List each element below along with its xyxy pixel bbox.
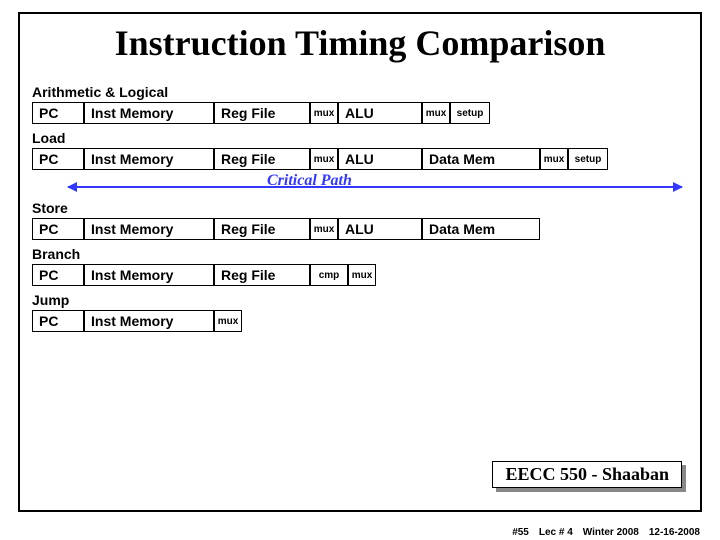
- critical-path-arrow: [68, 186, 682, 188]
- stage-data-mem: Data Mem: [422, 148, 540, 170]
- stage-setup: setup: [450, 102, 490, 124]
- stage-mux: mux: [348, 264, 376, 286]
- label-load: Load: [32, 130, 688, 146]
- stage-mux: mux: [310, 148, 338, 170]
- stage-inst-memory: Inst Memory: [84, 264, 214, 286]
- critical-path: Critical Path: [32, 172, 688, 194]
- stage-alu: ALU: [338, 148, 422, 170]
- stage-setup: setup: [568, 148, 608, 170]
- label-arith: Arithmetic & Logical: [32, 84, 688, 100]
- meta-term: Winter 2008: [583, 527, 639, 538]
- label-branch: Branch: [32, 246, 688, 262]
- slide-title: Instruction Timing Comparison: [20, 14, 700, 78]
- meta-date: 12-16-2008: [649, 527, 700, 538]
- stage-inst-memory: Inst Memory: [84, 102, 214, 124]
- row-store: PC Inst Memory Reg File mux ALU Data Mem: [32, 218, 688, 240]
- stage-mux: mux: [214, 310, 242, 332]
- row-branch: PC Inst Memory Reg File cmp mux: [32, 264, 688, 286]
- stage-inst-memory: Inst Memory: [84, 310, 214, 332]
- meta-slide: #55: [512, 527, 529, 538]
- stage-pc: PC: [32, 264, 84, 286]
- stage-reg-file: Reg File: [214, 102, 310, 124]
- stage-mux: mux: [422, 102, 450, 124]
- footer-credit: EECC 550 - Shaaban: [492, 461, 682, 488]
- stage-mux: mux: [310, 102, 338, 124]
- stage-cmp: cmp: [310, 264, 348, 286]
- meta-lecture: Lec # 4: [539, 527, 573, 538]
- stage-alu: ALU: [338, 102, 422, 124]
- slide-frame: Instruction Timing Comparison Arithmetic…: [18, 12, 702, 512]
- diagram-body: Arithmetic & Logical PC Inst Memory Reg …: [20, 84, 700, 332]
- stage-reg-file: Reg File: [214, 218, 310, 240]
- row-arith: PC Inst Memory Reg File mux ALU mux setu…: [32, 102, 688, 124]
- stage-mux: mux: [310, 218, 338, 240]
- stage-pc: PC: [32, 102, 84, 124]
- label-store: Store: [32, 200, 688, 216]
- footer-meta: #55 Lec # 4 Winter 2008 12-16-2008: [512, 527, 700, 538]
- stage-inst-memory: Inst Memory: [84, 218, 214, 240]
- stage-data-mem: Data Mem: [422, 218, 540, 240]
- row-load: PC Inst Memory Reg File mux ALU Data Mem…: [32, 148, 688, 170]
- stage-reg-file: Reg File: [214, 148, 310, 170]
- stage-inst-memory: Inst Memory: [84, 148, 214, 170]
- stage-reg-file: Reg File: [214, 264, 310, 286]
- label-jump: Jump: [32, 292, 688, 308]
- stage-pc: PC: [32, 148, 84, 170]
- stage-mux: mux: [540, 148, 568, 170]
- stage-alu: ALU: [338, 218, 422, 240]
- row-jump: PC Inst Memory mux: [32, 310, 688, 332]
- stage-pc: PC: [32, 218, 84, 240]
- stage-pc: PC: [32, 310, 84, 332]
